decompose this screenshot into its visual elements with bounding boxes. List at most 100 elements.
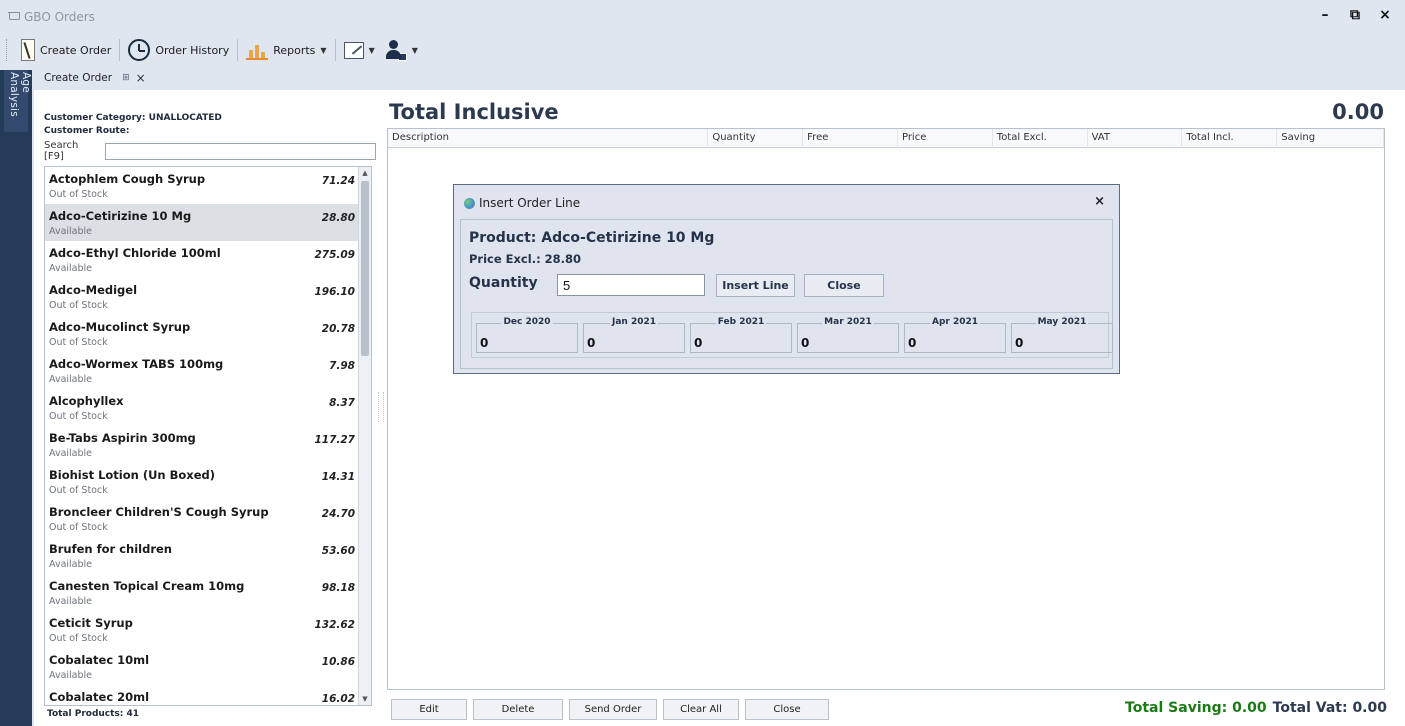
create-order-label: Create Order: [40, 43, 112, 57]
product-price: 71.24: [321, 175, 355, 187]
tab-label: Create Order: [44, 72, 113, 84]
product-price: 14.31: [321, 471, 355, 483]
user-dropdown-button[interactable]: ▼: [380, 37, 423, 63]
month-label-text: May 2021: [1035, 317, 1089, 327]
column-header[interactable]: Total Incl.: [1182, 129, 1278, 148]
user-card-icon: [385, 39, 407, 61]
scroll-down-icon[interactable]: ▼: [359, 693, 371, 705]
product-price: 8.37: [329, 397, 355, 409]
product-status: Available: [49, 670, 93, 681]
product-status: Out of Stock: [49, 485, 108, 496]
dialog-close-button[interactable]: Close: [804, 274, 884, 297]
list-item[interactable]: Adco-Cetirizine 10 Mg 28.80 Available: [45, 204, 371, 241]
column-header[interactable]: Saving: [1277, 129, 1384, 148]
insert-line-button[interactable]: Insert Line: [716, 274, 795, 297]
list-item[interactable]: Cobalatec 20ml 16.02: [45, 685, 371, 705]
toolbar-grip[interactable]: [6, 39, 10, 61]
product-status: Out of Stock: [49, 300, 108, 311]
total-saving: Total Saving: 0.00: [1125, 700, 1267, 716]
list-item[interactable]: Ceticit Syrup 132.62 Out of Stock: [45, 611, 371, 648]
product-name: Alcophyllex: [49, 394, 124, 408]
title-bar: GBO Orders – ⧉ ×: [0, 0, 1405, 34]
panel-splitter[interactable]: [378, 392, 384, 422]
list-item[interactable]: Adco-Medigel 196.10 Out of Stock: [45, 278, 371, 315]
column-header[interactable]: Quantity: [708, 129, 804, 148]
toolbar-separator: [334, 39, 336, 61]
list-item[interactable]: Cobalatec 10ml 10.86 Available: [45, 648, 371, 685]
month-value: 0: [908, 336, 917, 350]
scroll-up-icon[interactable]: ▲: [359, 167, 371, 179]
toolbar-separator: [237, 39, 239, 61]
list-item[interactable]: Broncleer Children'S Cough Syrup 24.70 Out…: [45, 500, 371, 537]
tab-create-order[interactable]: Create Order ⊞ ×: [34, 66, 150, 90]
close-order-button[interactable]: Close: [745, 699, 829, 720]
restore-button[interactable]: ⧉: [1347, 6, 1363, 24]
month-label-text: Jan 2021: [609, 317, 658, 327]
age-analysis-tab[interactable]: Age Analysis: [4, 70, 32, 132]
list-item[interactable]: Canesten Topical Cream 10mg 98.18 Availabl…: [45, 574, 371, 611]
search-input[interactable]: [105, 142, 376, 160]
list-item[interactable]: Adco-Ethyl Chloride 100ml 275.09 Available: [45, 241, 371, 278]
month-box: Mar 2021 0: [797, 317, 899, 353]
age-analysis-label: Age Analysis: [8, 72, 32, 117]
quantity-input[interactable]: [557, 274, 705, 296]
reports-dropdown-button[interactable]: Reports ▼: [241, 37, 331, 63]
column-header[interactable]: Price: [898, 129, 993, 148]
edit-dropdown-button[interactable]: ▼: [339, 37, 380, 63]
toolbar-separator: [119, 39, 121, 61]
total-products: Total Products: 41: [47, 709, 140, 719]
toolbar: Create Order Order History Reports ▼ ▼ ▼: [0, 34, 1405, 66]
dialog-price: Price Excl.: 28.80: [469, 252, 582, 266]
close-tab-icon[interactable]: ×: [136, 71, 146, 85]
column-header[interactable]: Total Excl.: [993, 129, 1088, 148]
close-window-button[interactable]: ×: [1377, 6, 1393, 24]
list-item[interactable]: Alcophyllex 8.37 Out of Stock: [45, 389, 371, 426]
window-controls: – ⧉ ×: [1317, 6, 1393, 24]
scroll-thumb[interactable]: [361, 181, 369, 356]
month-label: Jan 2021: [584, 317, 684, 327]
dialog-close-icon[interactable]: ×: [1094, 194, 1105, 209]
list-item[interactable]: Adco-Wormex TABS 100mg 7.98 Available: [45, 352, 371, 389]
column-header[interactable]: VAT: [1088, 129, 1183, 148]
product-name: Adco-Wormex TABS 100mg: [49, 357, 224, 371]
product-price: 98.18: [321, 582, 355, 594]
product-status: Out of Stock: [49, 522, 108, 533]
product-status: Available: [49, 226, 93, 237]
list-item[interactable]: Adco-Mucolinct Syrup 20.78 Out of Stock: [45, 315, 371, 352]
order-heading: Total Inclusive: [389, 100, 559, 124]
customer-panel: Customer Category: UNALLOCATED Customer …: [44, 112, 376, 162]
cart-icon: [8, 12, 20, 22]
list-item[interactable]: Brufen for children 53.60 Available: [45, 537, 371, 574]
order-history-button[interactable]: Order History: [123, 37, 234, 63]
product-price: 53.60: [321, 545, 355, 557]
product-list-scrollbar[interactable]: ▲ ▼: [358, 167, 371, 705]
product-status: Available: [49, 559, 93, 570]
delete-button[interactable]: Delete: [473, 699, 563, 720]
column-header[interactable]: Free: [803, 129, 898, 148]
product-status: Out of Stock: [49, 633, 108, 644]
list-item[interactable]: Actophlem Cough Syrup 71.24 Out of Stock: [45, 167, 371, 204]
list-item[interactable]: Be-Tabs Aspirin 300mg 117.27 Available: [45, 426, 371, 463]
history-clock-icon: [128, 39, 151, 61]
product-price: 20.78: [321, 323, 355, 335]
side-panel: Age Analysis: [0, 70, 32, 726]
send-order-button[interactable]: Send Order: [569, 699, 657, 720]
month-value: 0: [801, 336, 810, 350]
month-value: 0: [480, 336, 489, 350]
edit-button[interactable]: Edit: [391, 699, 467, 720]
minimize-button[interactable]: –: [1317, 6, 1333, 24]
month-label-text: Apr 2021: [929, 317, 981, 327]
dialog-product: Product: Adco-Cetirizine 10 Mg: [469, 230, 715, 246]
product-price: 28.80: [321, 212, 355, 224]
total-vat: Total Vat: 0.00: [1272, 700, 1387, 716]
create-order-button[interactable]: Create Order: [16, 37, 116, 63]
dialog-title-bar: Insert Order Line: [464, 196, 580, 210]
clear-all-button[interactable]: Clear All: [663, 699, 739, 720]
product-list[interactable]: Actophlem Cough Syrup 71.24 Out of Stock Ad…: [44, 166, 372, 706]
list-item[interactable]: Biohist Lotion (Un Boxed) 14.31 Out of Sto…: [45, 463, 371, 500]
product-price: 7.98: [329, 360, 355, 372]
order-total: 0.00: [1332, 100, 1384, 124]
product-status: Available: [49, 596, 93, 607]
column-header[interactable]: Description: [388, 129, 709, 148]
pin-icon[interactable]: ⊞: [122, 73, 130, 83]
